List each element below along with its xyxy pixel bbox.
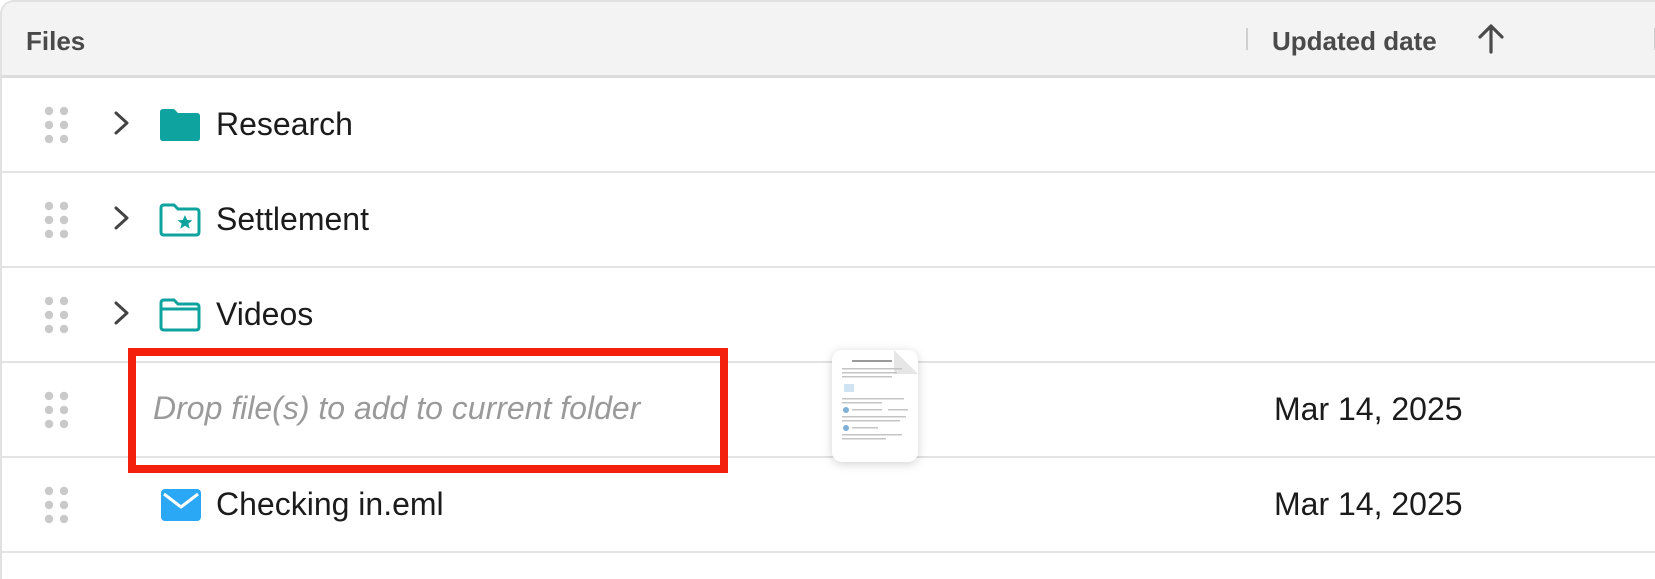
- file-name[interactable]: Checking in.eml: [216, 486, 444, 523]
- folder-star-icon: [158, 203, 202, 237]
- column-header-files[interactable]: Files: [26, 26, 85, 57]
- drag-handle-icon[interactable]: [44, 391, 70, 429]
- folder-outline-icon: [158, 298, 202, 332]
- drag-handle-icon[interactable]: [44, 106, 70, 144]
- folder-filled-icon: [158, 108, 202, 142]
- chevron-right-icon[interactable]: [108, 205, 134, 231]
- column-resize-handle[interactable]: [1246, 28, 1248, 50]
- arrow-up-icon[interactable]: [1474, 22, 1508, 56]
- chevron-right-icon[interactable]: [108, 110, 134, 136]
- drop-zone-highlight[interactable]: [128, 348, 728, 473]
- mail-icon: [160, 488, 204, 522]
- table-row[interactable]: Research: [2, 78, 1655, 173]
- file-name[interactable]: Settlement: [216, 201, 369, 238]
- dragged-file-preview[interactable]: [832, 350, 918, 462]
- file-name[interactable]: Videos: [216, 296, 313, 333]
- drag-handle-icon[interactable]: [44, 486, 70, 524]
- file-name[interactable]: Research: [216, 106, 353, 143]
- drag-handle-icon[interactable]: [44, 296, 70, 334]
- updated-date: Mar 14, 2025: [1274, 391, 1463, 427]
- files-table: Files Updated date Research Settlement V…: [0, 0, 1655, 579]
- table-header: Files Updated date: [2, 2, 1655, 78]
- chevron-right-icon[interactable]: [108, 300, 134, 326]
- updated-date: Mar 14, 2025: [1274, 486, 1463, 522]
- table-row[interactable]: Settlement: [2, 173, 1655, 268]
- drag-handle-icon[interactable]: [44, 201, 70, 239]
- column-header-updated-date[interactable]: Updated date: [1272, 26, 1437, 57]
